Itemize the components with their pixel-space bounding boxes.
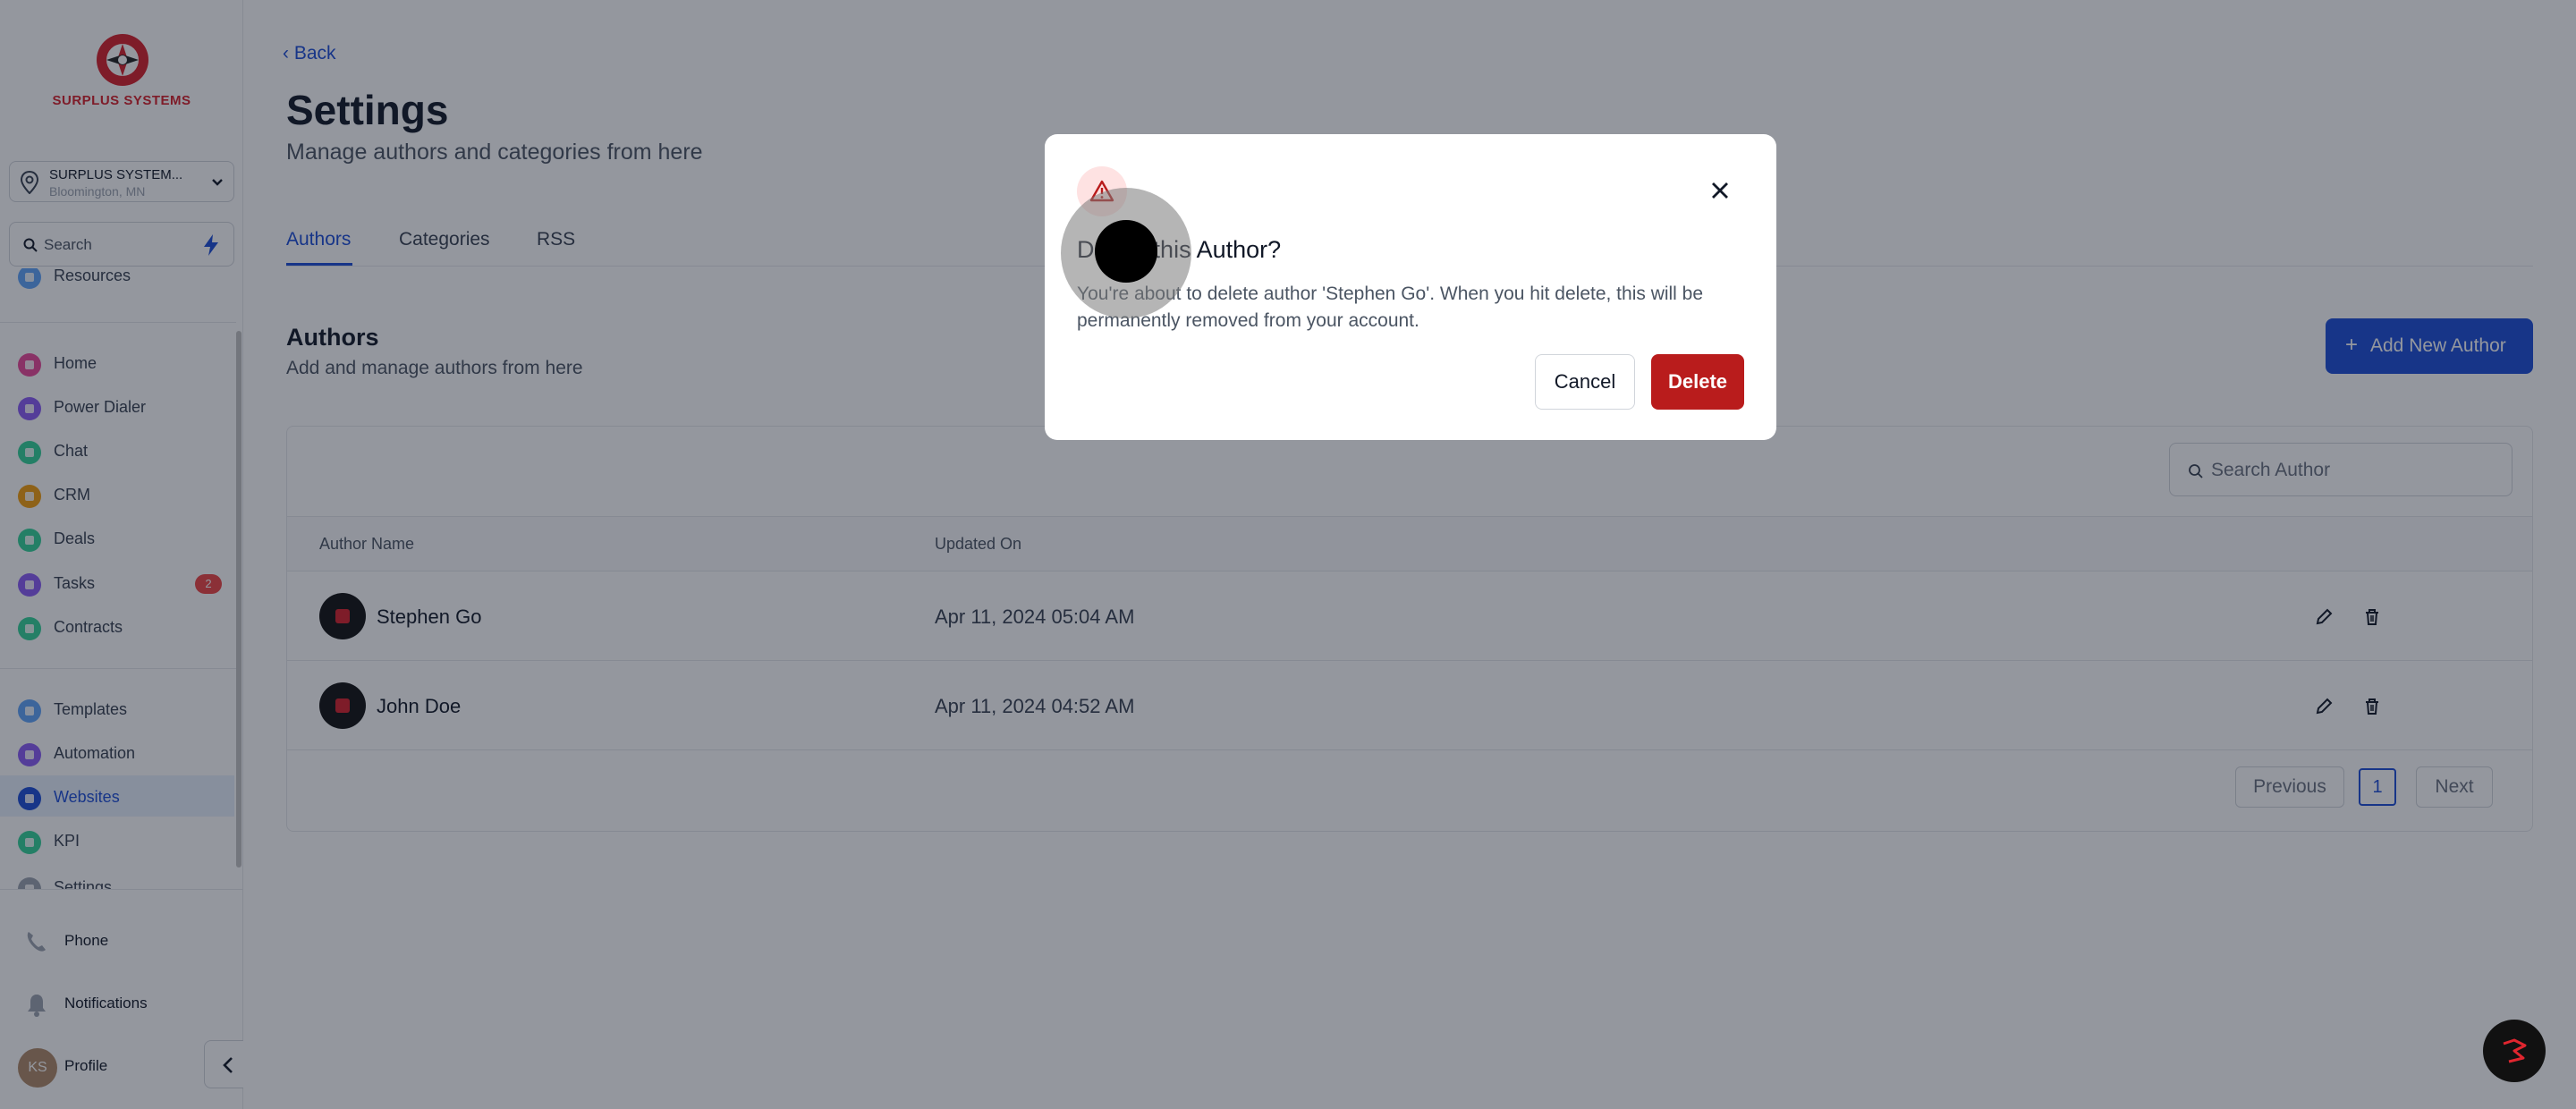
- delete-button[interactable]: Delete: [1651, 354, 1744, 410]
- close-icon[interactable]: [1707, 177, 1733, 204]
- chat-widget-icon: [2503, 1038, 2527, 1063]
- chat-widget-button[interactable]: [2483, 1020, 2546, 1082]
- cancel-button[interactable]: Cancel: [1535, 354, 1635, 410]
- cursor-pointer: [1095, 220, 1157, 283]
